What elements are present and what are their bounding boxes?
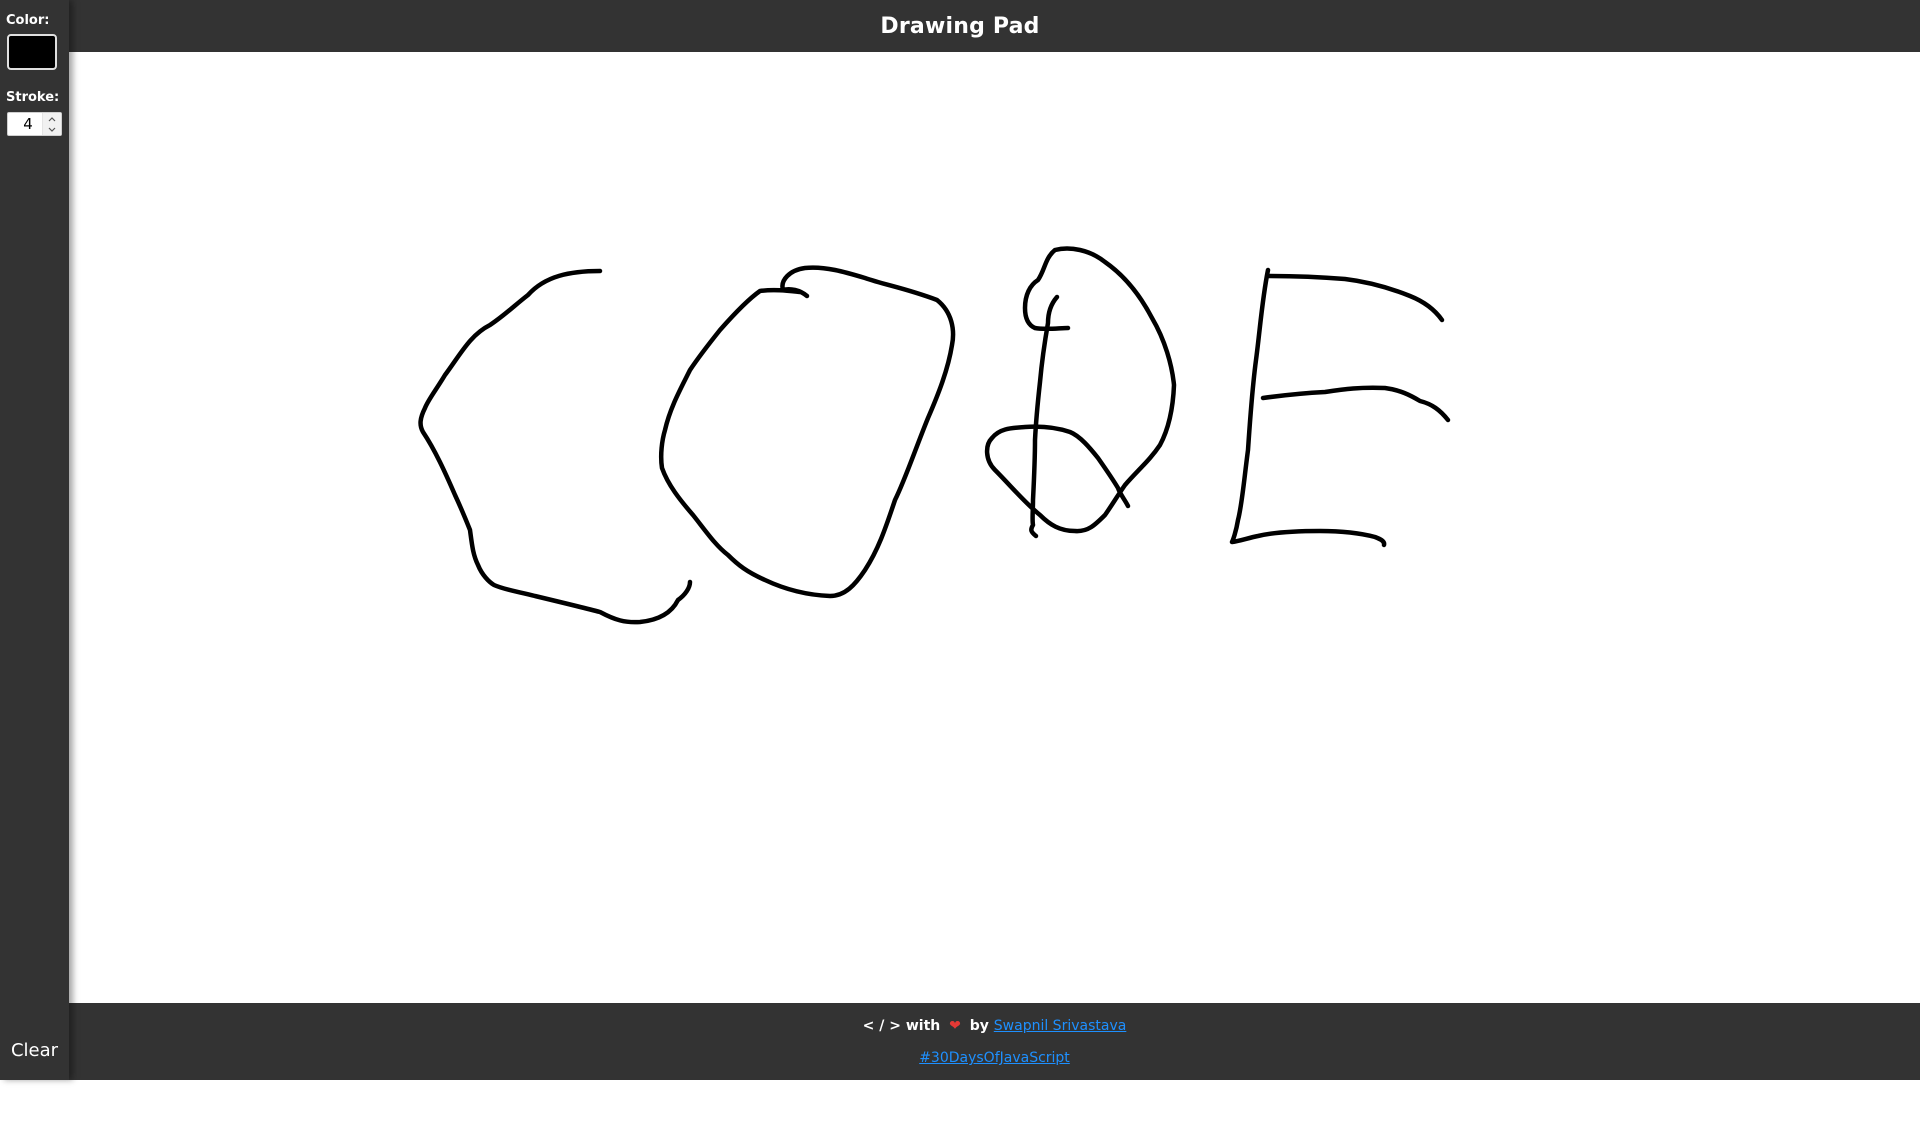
stroke-increment-button[interactable] [43,113,61,124]
drawn-stroke-e-spine [1229,267,1387,548]
drawing-canvas[interactable] [69,52,1920,1003]
chevron-down-icon [48,127,56,132]
color-picker[interactable] [7,34,57,70]
heart-icon: ❤ [949,1018,961,1034]
drawn-stroke-d-bowl [984,246,1177,534]
drawn-stroke-c [418,268,693,625]
chevron-up-icon [48,116,56,121]
stroke-stepper[interactable] [7,112,62,136]
color-label: Color: [6,13,50,28]
stroke-input[interactable] [8,114,42,134]
footer-hashtag: #30DaysOfJavaScript [69,1050,1920,1066]
drawn-stroke-d-stem [1029,294,1060,539]
stroke-label: Stroke: [6,90,60,105]
stroke-spinner[interactable] [42,113,61,135]
canvas-drawing [418,246,1451,625]
drawn-stroke-e-middle [1260,385,1451,423]
hashtag-link[interactable]: #30DaysOfJavaScript [919,1050,1070,1066]
author-link[interactable]: Swapnil Srivastava [994,1018,1127,1034]
drawn-stroke-e-top [1265,273,1445,323]
app-footer: < / > with ❤ by Swapnil Srivastava #30Da… [69,1003,1920,1080]
footer-prefix: < / > with [862,1018,941,1034]
drawn-stroke-o [658,265,956,599]
footer-by: by [969,1018,989,1034]
tool-sidebar: Color: Stroke: Clear [0,0,69,1080]
footer-credit: < / > with ❤ by Swapnil Srivastava [69,1018,1920,1034]
clear-button[interactable]: Clear [0,1040,69,1061]
stroke-decrement-button[interactable] [43,124,61,135]
